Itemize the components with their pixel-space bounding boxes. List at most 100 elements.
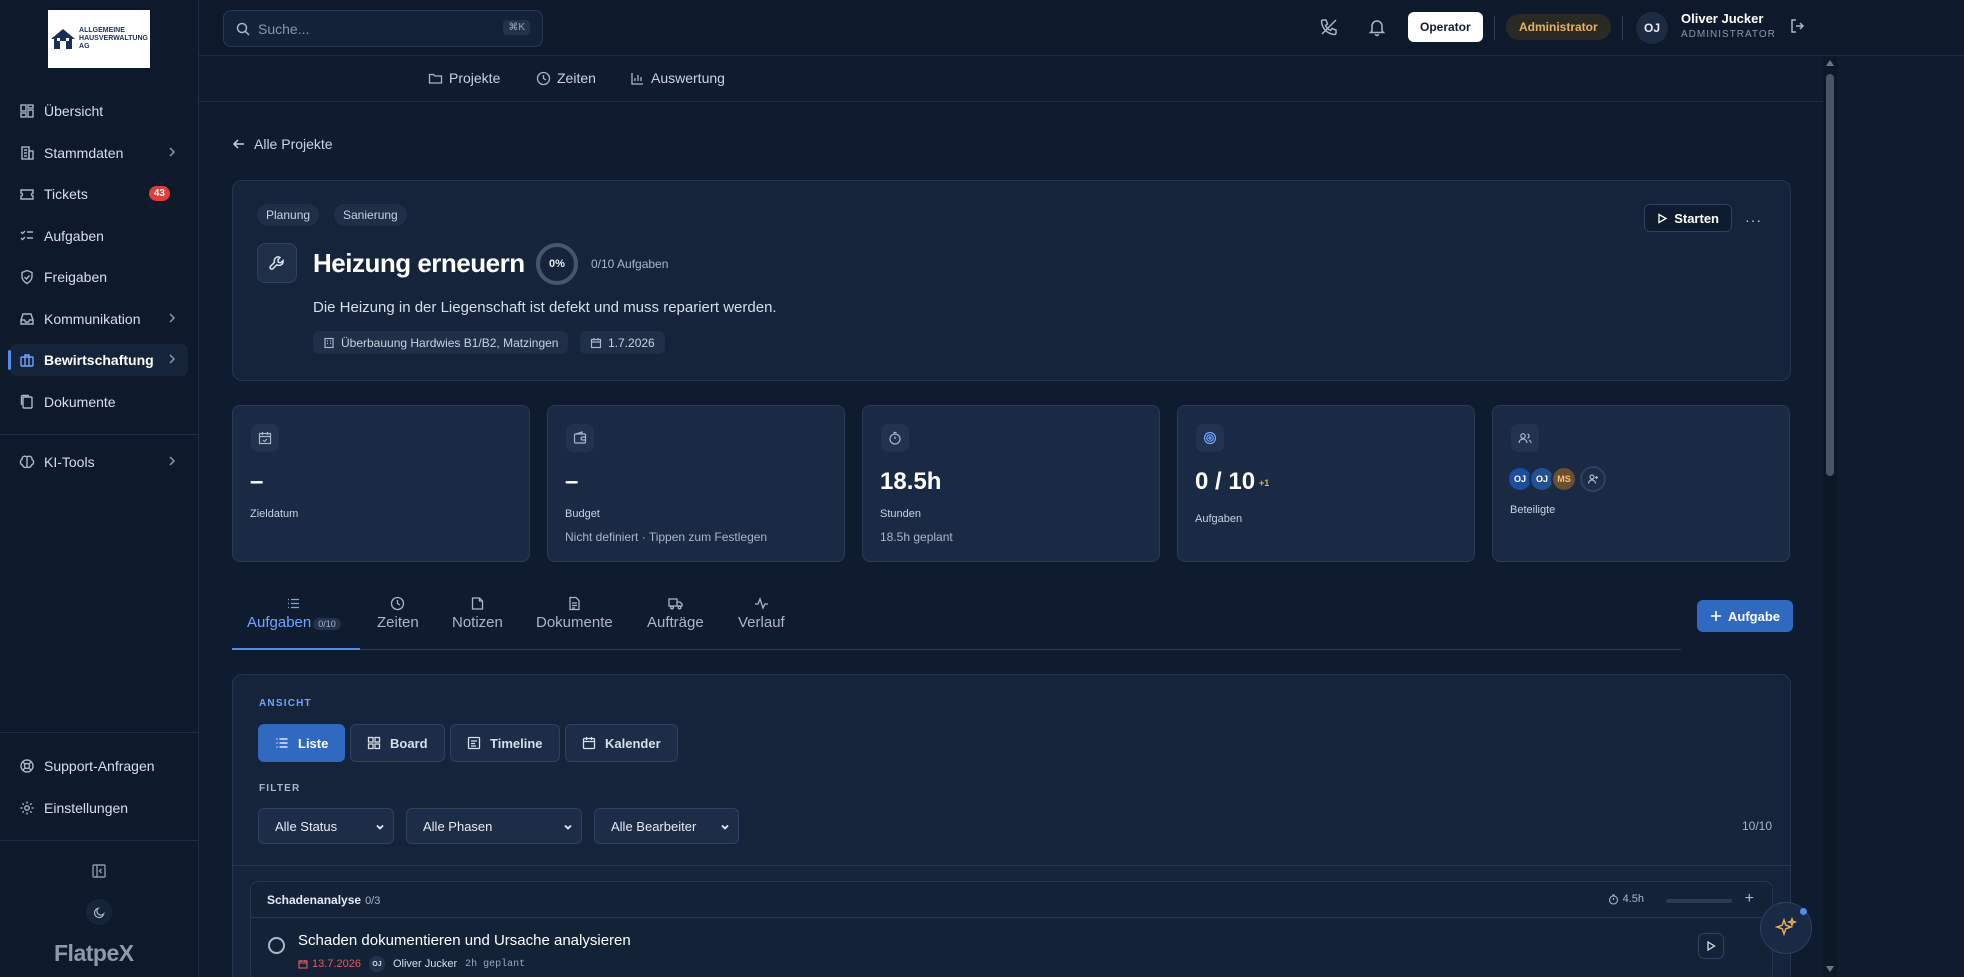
- wallet-icon: [566, 424, 594, 452]
- add-member-button[interactable]: [1580, 466, 1606, 492]
- stat-label: Beteiligte: [1510, 504, 1556, 516]
- assignee-filter-select[interactable]: Alle Bearbeiter: [594, 808, 739, 844]
- topbar-divider: [1622, 16, 1623, 40]
- filter-section-label: FILTER: [259, 783, 301, 794]
- tab-dokumente[interactable]: Dokumente: [536, 596, 613, 648]
- scroll-thumb[interactable]: [1826, 74, 1834, 476]
- location-chip[interactable]: Überbauung Hardwies B1/B2, Matzingen: [313, 331, 569, 354]
- tab-zeiten[interactable]: Zeiten: [377, 596, 419, 648]
- avatar[interactable]: MS: [1551, 466, 1577, 492]
- scroll-up-arrow[interactable]: [1826, 60, 1834, 66]
- subnav-auswertung[interactable]: Auswertung: [630, 70, 725, 86]
- theme-toggle-button[interactable]: [86, 899, 112, 925]
- operator-button[interactable]: Operator: [1408, 12, 1483, 42]
- subnav-label: Projekte: [449, 70, 501, 86]
- active-tab-indicator: [232, 648, 360, 650]
- calendar-check-icon: [251, 424, 279, 452]
- user-avatar[interactable]: OJ: [1636, 12, 1668, 44]
- stat-sub: 18.5h geplant: [880, 530, 953, 544]
- more-options-button[interactable]: ···: [1745, 212, 1762, 228]
- stat-label: Budget: [565, 508, 600, 520]
- tab-verlauf[interactable]: Verlauf: [738, 596, 785, 648]
- stat-value: –: [250, 468, 264, 495]
- search-input[interactable]: Suche... ⌘K: [223, 10, 543, 47]
- task-title[interactable]: Schaden dokumentieren und Ursache analys…: [298, 932, 631, 949]
- subnav-projekte[interactable]: Projekte: [428, 70, 500, 86]
- view-board-button[interactable]: Board: [350, 724, 445, 762]
- sidebar-item-label: Bewirtschaftung: [44, 352, 154, 368]
- project-title: Heizung erneuern: [313, 248, 525, 278]
- sidebar-collapse-icon[interactable]: [90, 862, 108, 880]
- subnav-zeiten[interactable]: Zeiten: [536, 70, 596, 86]
- tab-label: Aufträge: [647, 614, 704, 631]
- sidebar-item-tickets[interactable]: Tickets 43: [10, 178, 188, 210]
- view-timeline-button[interactable]: Timeline: [450, 724, 560, 762]
- scroll-down-arrow[interactable]: [1826, 966, 1834, 972]
- sidebar-item-freigaben[interactable]: Freigaben: [10, 261, 188, 293]
- status-filter-select[interactable]: Alle Status: [258, 808, 394, 844]
- progress-percent: 0%: [549, 258, 565, 270]
- tab-auftraege[interactable]: Aufträge: [647, 596, 704, 648]
- sidebar-item-aufgaben[interactable]: Aufgaben: [10, 220, 188, 252]
- briefcase-icon: [19, 352, 35, 368]
- view-liste-button[interactable]: Liste: [258, 724, 346, 762]
- document-icon: [567, 596, 582, 611]
- stat-card-budget[interactable]: – Budget Nicht definiert · Tippen zum Fe…: [547, 405, 845, 562]
- add-task-button[interactable]: Aufgabe: [1697, 600, 1793, 632]
- stat-card-stunden[interactable]: 18.5h Stunden 18.5h geplant: [862, 405, 1160, 562]
- stat-value: 18.5h: [880, 468, 942, 495]
- project-subnav: Projekte Zeiten Auswertung: [199, 56, 1823, 102]
- stat-card-zieldatum[interactable]: – Zieldatum: [232, 405, 530, 562]
- back-to-projects-link[interactable]: Alle Projekte: [232, 136, 333, 152]
- inbox-icon: [19, 311, 35, 327]
- sidebar-item-label: Einstellungen: [44, 800, 129, 816]
- sidebar-item-stammdaten[interactable]: Stammdaten: [10, 137, 188, 169]
- logo-line1: ALLGEMEINE: [79, 27, 125, 34]
- task-complete-checkbox[interactable]: [268, 937, 285, 954]
- main-scrollbar[interactable]: [1823, 56, 1837, 977]
- sidebar-item-bewirtschaftung[interactable]: Bewirtschaftung: [8, 344, 188, 376]
- sidebar-item-support[interactable]: Support-Anfragen: [10, 750, 188, 782]
- start-project-button[interactable]: Starten: [1644, 204, 1732, 232]
- stat-value: –: [565, 468, 579, 495]
- dashboard-icon: [19, 103, 35, 119]
- chevron-down-icon: [375, 822, 385, 832]
- tab-label: Zeiten: [377, 614, 419, 631]
- sidebar-item-dokumente[interactable]: Dokumente: [10, 386, 188, 418]
- stat-label: Zieldatum: [250, 508, 299, 520]
- bell-icon[interactable]: [1367, 17, 1387, 37]
- stat-value: 0 / 10 +1: [1195, 468, 1269, 496]
- sidebar-item-ki-tools[interactable]: KI-Tools: [10, 446, 188, 478]
- select-value: Alle Bearbeiter: [611, 818, 697, 834]
- sidebar-item-label: Dokumente: [44, 394, 116, 410]
- select-value: Alle Phasen: [423, 818, 493, 834]
- sidebar-item-kommunikation[interactable]: Kommunikation: [10, 303, 188, 335]
- phase-filter-select[interactable]: Alle Phasen: [406, 808, 582, 844]
- ai-assistant-button[interactable]: [1760, 902, 1812, 954]
- tab-aufgaben[interactable]: Aufgaben 0/10: [247, 596, 341, 648]
- task-list-icon: [19, 228, 35, 244]
- search-icon: [236, 22, 250, 36]
- stat-card-aufgaben[interactable]: 0 / 10 +1 Aufgaben: [1177, 405, 1475, 562]
- add-task-label: Aufgabe: [1728, 608, 1780, 624]
- add-to-group-button[interactable]: +: [1745, 890, 1754, 908]
- location-text: Überbauung Hardwies B1/B2, Matzingen: [341, 335, 559, 350]
- play-icon: [1706, 941, 1716, 951]
- sidebar-item-uebersicht[interactable]: Übersicht: [10, 95, 188, 127]
- tab-notizen[interactable]: Notizen: [452, 596, 503, 648]
- phone-off-icon[interactable]: [1319, 17, 1339, 37]
- stat-card-beteiligte[interactable]: OJ OJ MS Beteiligte: [1492, 405, 1790, 562]
- view-label: Liste: [298, 735, 329, 751]
- admin-role-badge[interactable]: Administrator: [1506, 14, 1611, 40]
- task-group-header[interactable]: Schadenanalyse 0/3 4.5h +: [251, 882, 1772, 918]
- calendar-icon: [298, 959, 308, 969]
- chevron-down-icon: [720, 822, 730, 832]
- date-chip[interactable]: 1.7.2026: [580, 331, 665, 354]
- task-planned-hours: 2h geplant: [465, 958, 526, 970]
- view-kalender-button[interactable]: Kalender: [565, 724, 678, 762]
- start-task-timer-button[interactable]: [1698, 933, 1724, 959]
- company-logo[interactable]: ALLGEMEINE HAUSVERWALTUNG AG: [48, 10, 150, 68]
- logout-icon[interactable]: [1789, 17, 1809, 37]
- sidebar-item-label: Aufgaben: [44, 228, 104, 244]
- sidebar-item-einstellungen[interactable]: Einstellungen: [10, 792, 188, 824]
